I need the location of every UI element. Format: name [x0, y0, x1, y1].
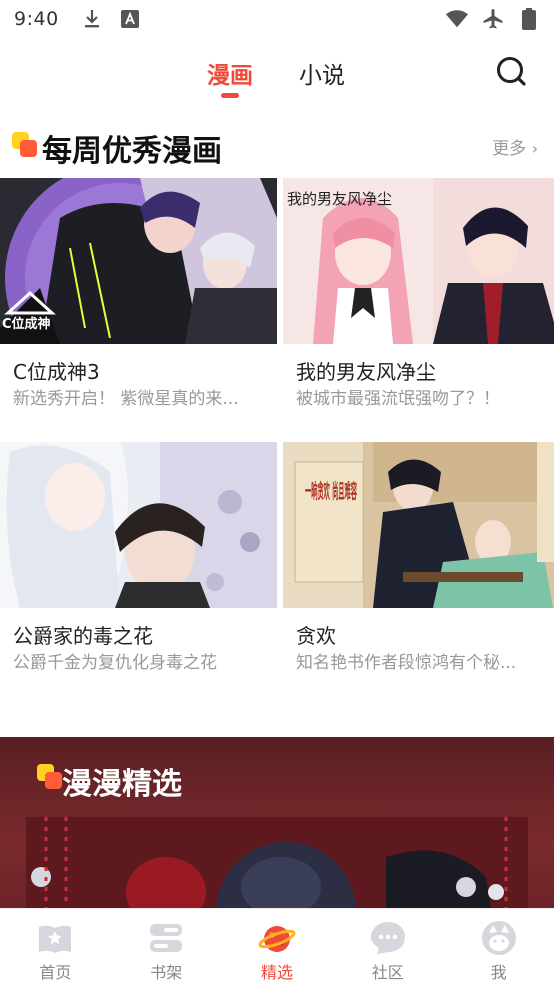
nav-label: 社区 [371, 963, 404, 982]
section-title: 每周优秀漫画 [42, 134, 222, 169]
more-link[interactable]: 更多 › [492, 134, 538, 159]
download-icon [81, 8, 103, 30]
weekly-section-header: 每周优秀漫画 更多 › [0, 122, 554, 170]
section-badge-icon [37, 764, 63, 790]
cat-face-icon [480, 919, 518, 957]
top-tabs: 漫画 小说 [0, 48, 554, 104]
more-label: 更多 [492, 139, 527, 159]
status-time: 9:40 [14, 8, 59, 30]
comic-card[interactable]: C位成神 C位成神3 新选秀开启！ 紫微星真的来... [0, 178, 277, 428]
nav-item-community[interactable]: 社区 [332, 909, 443, 984]
comic-desc: 公爵千金为复仇化身毒之花 [13, 653, 217, 673]
comic-card[interactable]: 一晌贪欢 尚且难容 贪欢 知名艳书作者段惊鸿有个秘... [283, 442, 554, 692]
font-icon [119, 8, 141, 30]
nav-label: 我 [490, 963, 507, 982]
tab-manga[interactable]: 漫画 [207, 56, 253, 90]
featured-title: 漫漫精选 [62, 767, 182, 802]
nav-label: 首页 [39, 963, 72, 982]
active-tab-indicator [221, 93, 239, 98]
nav-label: 书架 [150, 963, 183, 982]
comic-desc: 被城市最强流氓强吻了？！ [296, 389, 500, 409]
featured-section: 漫漫精选 [0, 737, 554, 917]
comic-title: 贪欢 [296, 624, 336, 648]
comic-cover [0, 442, 277, 608]
comic-card[interactable]: 我的男友风净尘 我的男友风净尘 被城市最强流氓强吻了？！ [283, 178, 554, 428]
cover-logo-text: 一晌贪欢 尚且难容 [305, 479, 357, 503]
nav-item-bookshelf[interactable]: 书架 [111, 909, 222, 984]
comic-title: 我的男友风净尘 [296, 360, 436, 384]
comic-desc: 新选秀开启！ 紫微星真的来... [13, 389, 239, 409]
nav-item-home[interactable]: 首页 [0, 909, 111, 984]
nav-item-featured[interactable]: 精选 [222, 909, 333, 984]
battery-icon [518, 8, 540, 30]
search-icon[interactable] [494, 54, 528, 88]
chat-bubble-icon [369, 919, 407, 957]
comic-cover: 我的男友风净尘 [283, 178, 554, 344]
comic-cover: 一晌贪欢 尚且难容 [283, 442, 554, 608]
nav-item-me[interactable]: 我 [443, 909, 554, 984]
bottom-nav: 首页 书架 精选 社区 我 [0, 908, 554, 984]
section-badge-icon [12, 132, 38, 158]
comic-cover: C位成神 [0, 178, 277, 344]
comic-title: 公爵家的毒之花 [13, 624, 153, 648]
bookshelf-icon [147, 919, 185, 957]
tab-novel[interactable]: 小说 [299, 56, 345, 90]
comic-card[interactable]: 公爵家的毒之花 公爵千金为复仇化身毒之花 [0, 442, 277, 692]
featured-banner[interactable] [26, 817, 528, 917]
cover-logo-text: 我的男友风净尘 [287, 190, 392, 208]
planet-icon [258, 919, 296, 957]
comic-title: C位成神3 [13, 360, 100, 384]
comic-desc: 知名艳书作者段惊鸿有个秘... [296, 653, 517, 673]
chevron-right-icon: › [531, 139, 538, 158]
book-star-icon [36, 919, 74, 957]
wifi-icon [446, 8, 468, 30]
nav-label: 精选 [260, 963, 293, 982]
airplane-icon [482, 8, 504, 30]
cover-logo-text: C位成神 [2, 316, 51, 332]
status-bar: 9:40 [0, 0, 554, 38]
